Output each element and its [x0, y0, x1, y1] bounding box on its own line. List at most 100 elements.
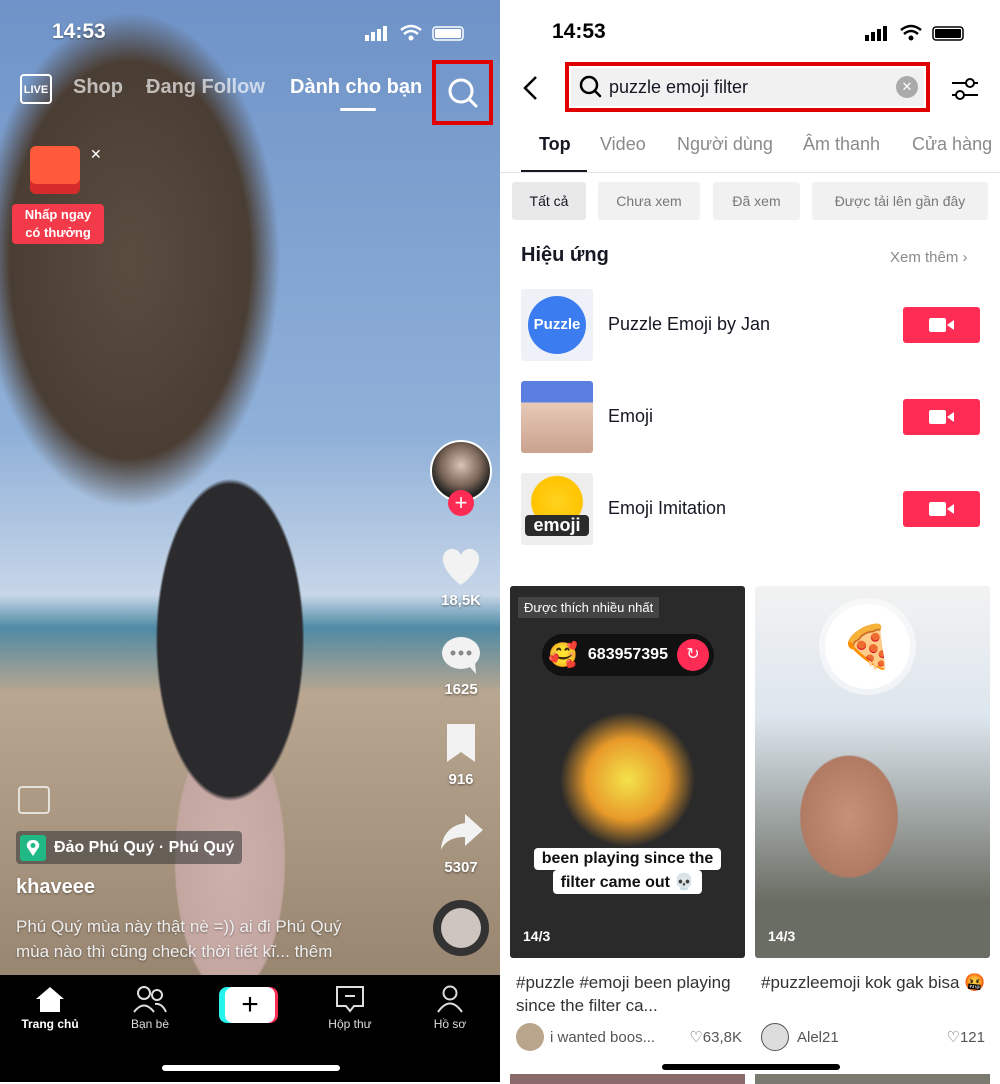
- friends-icon: [133, 986, 167, 1013]
- search-query: puzzle emoji filter: [609, 76, 749, 97]
- score-pill: 🥰 683957395 ↻: [542, 634, 714, 676]
- filter-button[interactable]: [950, 76, 980, 107]
- nav-profile[interactable]: Hồ sơ: [400, 985, 500, 1031]
- video-card-partial[interactable]: [755, 1074, 990, 1084]
- effect-name: Emoji Imitation: [608, 498, 727, 518]
- search-input[interactable]: puzzle emoji filter ✕: [571, 68, 924, 106]
- share-button[interactable]: 5307: [431, 810, 491, 876]
- effect-thumbnail: Puzzle: [521, 289, 593, 361]
- profile-icon: [437, 985, 463, 1013]
- user-name[interactable]: Alel21: [797, 1029, 947, 1046]
- location-chip[interactable]: Đảo Phú Quý · Phú Quý: [16, 831, 242, 864]
- user-avatar[interactable]: [516, 1023, 544, 1051]
- most-liked-badge: Được thích nhiều nhất: [518, 597, 660, 618]
- captions-icon[interactable]: [18, 786, 50, 814]
- record-button[interactable]: [903, 399, 980, 435]
- restart-icon: ↻: [677, 639, 709, 671]
- tab-for-you[interactable]: Dành cho bạn: [290, 76, 422, 99]
- thumb-label: Puzzle: [528, 296, 586, 354]
- video-description[interactable]: Phú Quý mùa này thật nè =)) ai đi Phú Qu…: [16, 914, 342, 964]
- share-icon: [441, 814, 483, 850]
- camera-icon: [928, 318, 954, 332]
- chevron-left-icon: [523, 76, 537, 100]
- effect-row[interactable]: emoji Emoji Imitation: [500, 473, 1000, 545]
- nav-friends[interactable]: Bạn bè: [100, 985, 200, 1031]
- chip-recent[interactable]: Được tải lên gần đây: [812, 182, 988, 220]
- effect-row[interactable]: Puzzle Puzzle Emoji by Jan: [500, 289, 1000, 361]
- location-label: Đảo Phú Quý · Phú Quý: [54, 838, 235, 856]
- like-count: 63,8K: [702, 1028, 742, 1046]
- description-line: Phú Quý mùa này thật nè =)) ai đi Phú Qu…: [16, 917, 342, 936]
- chevron-right-icon: ›: [962, 249, 968, 266]
- see-more-label: Xem thêm: [890, 249, 959, 266]
- tab-top[interactable]: Top: [539, 134, 571, 155]
- back-button[interactable]: [518, 74, 542, 107]
- promo-gift-badge[interactable]: ✕ Nhấp ngay có thưởng: [10, 142, 106, 246]
- video-overlay-text: been playing since the filter came out 💀: [510, 848, 745, 894]
- close-icon[interactable]: ✕: [90, 146, 102, 163]
- like-count: 121: [959, 1028, 985, 1046]
- tab-following[interactable]: Đang Follow: [146, 76, 265, 99]
- tab-video[interactable]: Video: [600, 134, 646, 155]
- effect-row[interactable]: Emoji: [500, 381, 1000, 453]
- home-indicator: [662, 1064, 840, 1070]
- comment-icon: [442, 637, 480, 674]
- video-card[interactable]: 🍕 14/3: [755, 586, 990, 958]
- plus-icon: +: [225, 987, 275, 1023]
- video-caption[interactable]: #puzzleemoji kok gak bisa 🤬: [761, 971, 993, 994]
- nav-label: Trang chủ: [21, 1017, 79, 1031]
- tab-users[interactable]: Người dùng: [677, 134, 773, 155]
- create-button[interactable]: +: [219, 987, 278, 1023]
- effects-title: Hiệu ứng: [521, 244, 609, 266]
- follow-plus-icon[interactable]: +: [448, 490, 474, 516]
- video-meta: i wanted boos... ♡ 63,8K: [516, 1023, 742, 1051]
- nav-home[interactable]: Trang chủ: [0, 985, 100, 1031]
- bookmark-button[interactable]: 916: [431, 722, 491, 788]
- record-button[interactable]: [903, 491, 980, 527]
- record-button[interactable]: [903, 307, 980, 343]
- video-card[interactable]: Được thích nhiều nhất 🥰 683957395 ↻ been…: [510, 586, 745, 958]
- chip-all[interactable]: Tất cả: [512, 182, 586, 220]
- video-card-partial[interactable]: [510, 1074, 745, 1084]
- chip-unwatched[interactable]: Chưa xem: [598, 182, 700, 220]
- video-meta: Alel21 ♡ 121: [761, 1023, 985, 1051]
- nav-label: Hồ sơ: [433, 1017, 467, 1031]
- music-disc-icon[interactable]: [433, 900, 489, 956]
- username[interactable]: khaveee: [16, 876, 95, 899]
- bottom-nav: Trang chủ Bạn bè + Hộp thư Hồ sơ: [0, 975, 500, 1082]
- thumb-label: emoji: [525, 515, 589, 536]
- live-label: LIVE: [23, 84, 49, 96]
- bookmark-icon: [447, 724, 475, 762]
- search-results-screen: 14:53 puzzle emoji filter ✕ Top Video Ng…: [500, 0, 1000, 1084]
- search-highlight: puzzle emoji filter ✕: [565, 62, 930, 112]
- comment-button[interactable]: 1625: [431, 634, 491, 698]
- comment-count: 1625: [444, 681, 478, 698]
- see-more-link[interactable]: Xem thêm ›: [890, 249, 968, 266]
- overlay-line: filter came out 💀: [552, 870, 703, 894]
- pizza-emoji-icon: 🍕: [825, 604, 910, 689]
- video-feed-screen: 14:53 LIVE Shop Đang Follow Dành cho bạn…: [0, 0, 500, 1082]
- live-button[interactable]: LIVE: [20, 74, 52, 104]
- promo-line2: có thưởng: [25, 225, 91, 240]
- nav-label: Hộp thư: [328, 1017, 372, 1031]
- search-icon: [579, 75, 602, 98]
- chip-watched[interactable]: Đã xem: [713, 182, 800, 220]
- tab-shop[interactable]: Cửa hàng: [912, 134, 992, 155]
- video-caption[interactable]: #puzzle #emoji been playing since the fi…: [516, 971, 744, 1017]
- user-avatar[interactable]: [761, 1023, 789, 1051]
- tab-sounds[interactable]: Âm thanh: [803, 134, 880, 155]
- description-line: mùa nào thì cũng check thời tiết kĩ... t…: [16, 942, 333, 961]
- like-button[interactable]: 18,5K: [431, 545, 491, 609]
- like-count: 18,5K: [440, 592, 482, 609]
- clear-search-icon[interactable]: ✕: [896, 76, 918, 98]
- nav-inbox[interactable]: Hộp thư: [300, 985, 400, 1031]
- search-button[interactable]: [432, 60, 493, 125]
- overlay-line: been playing since the: [533, 848, 722, 870]
- home-icon: [36, 987, 64, 1012]
- user-name[interactable]: i wanted boos...: [550, 1029, 689, 1046]
- tab-shop[interactable]: Shop: [73, 76, 123, 99]
- status-time: 14:53: [552, 20, 606, 43]
- video-date: 14/3: [523, 928, 551, 944]
- divider: [500, 172, 1000, 173]
- status-icons: [365, 24, 475, 42]
